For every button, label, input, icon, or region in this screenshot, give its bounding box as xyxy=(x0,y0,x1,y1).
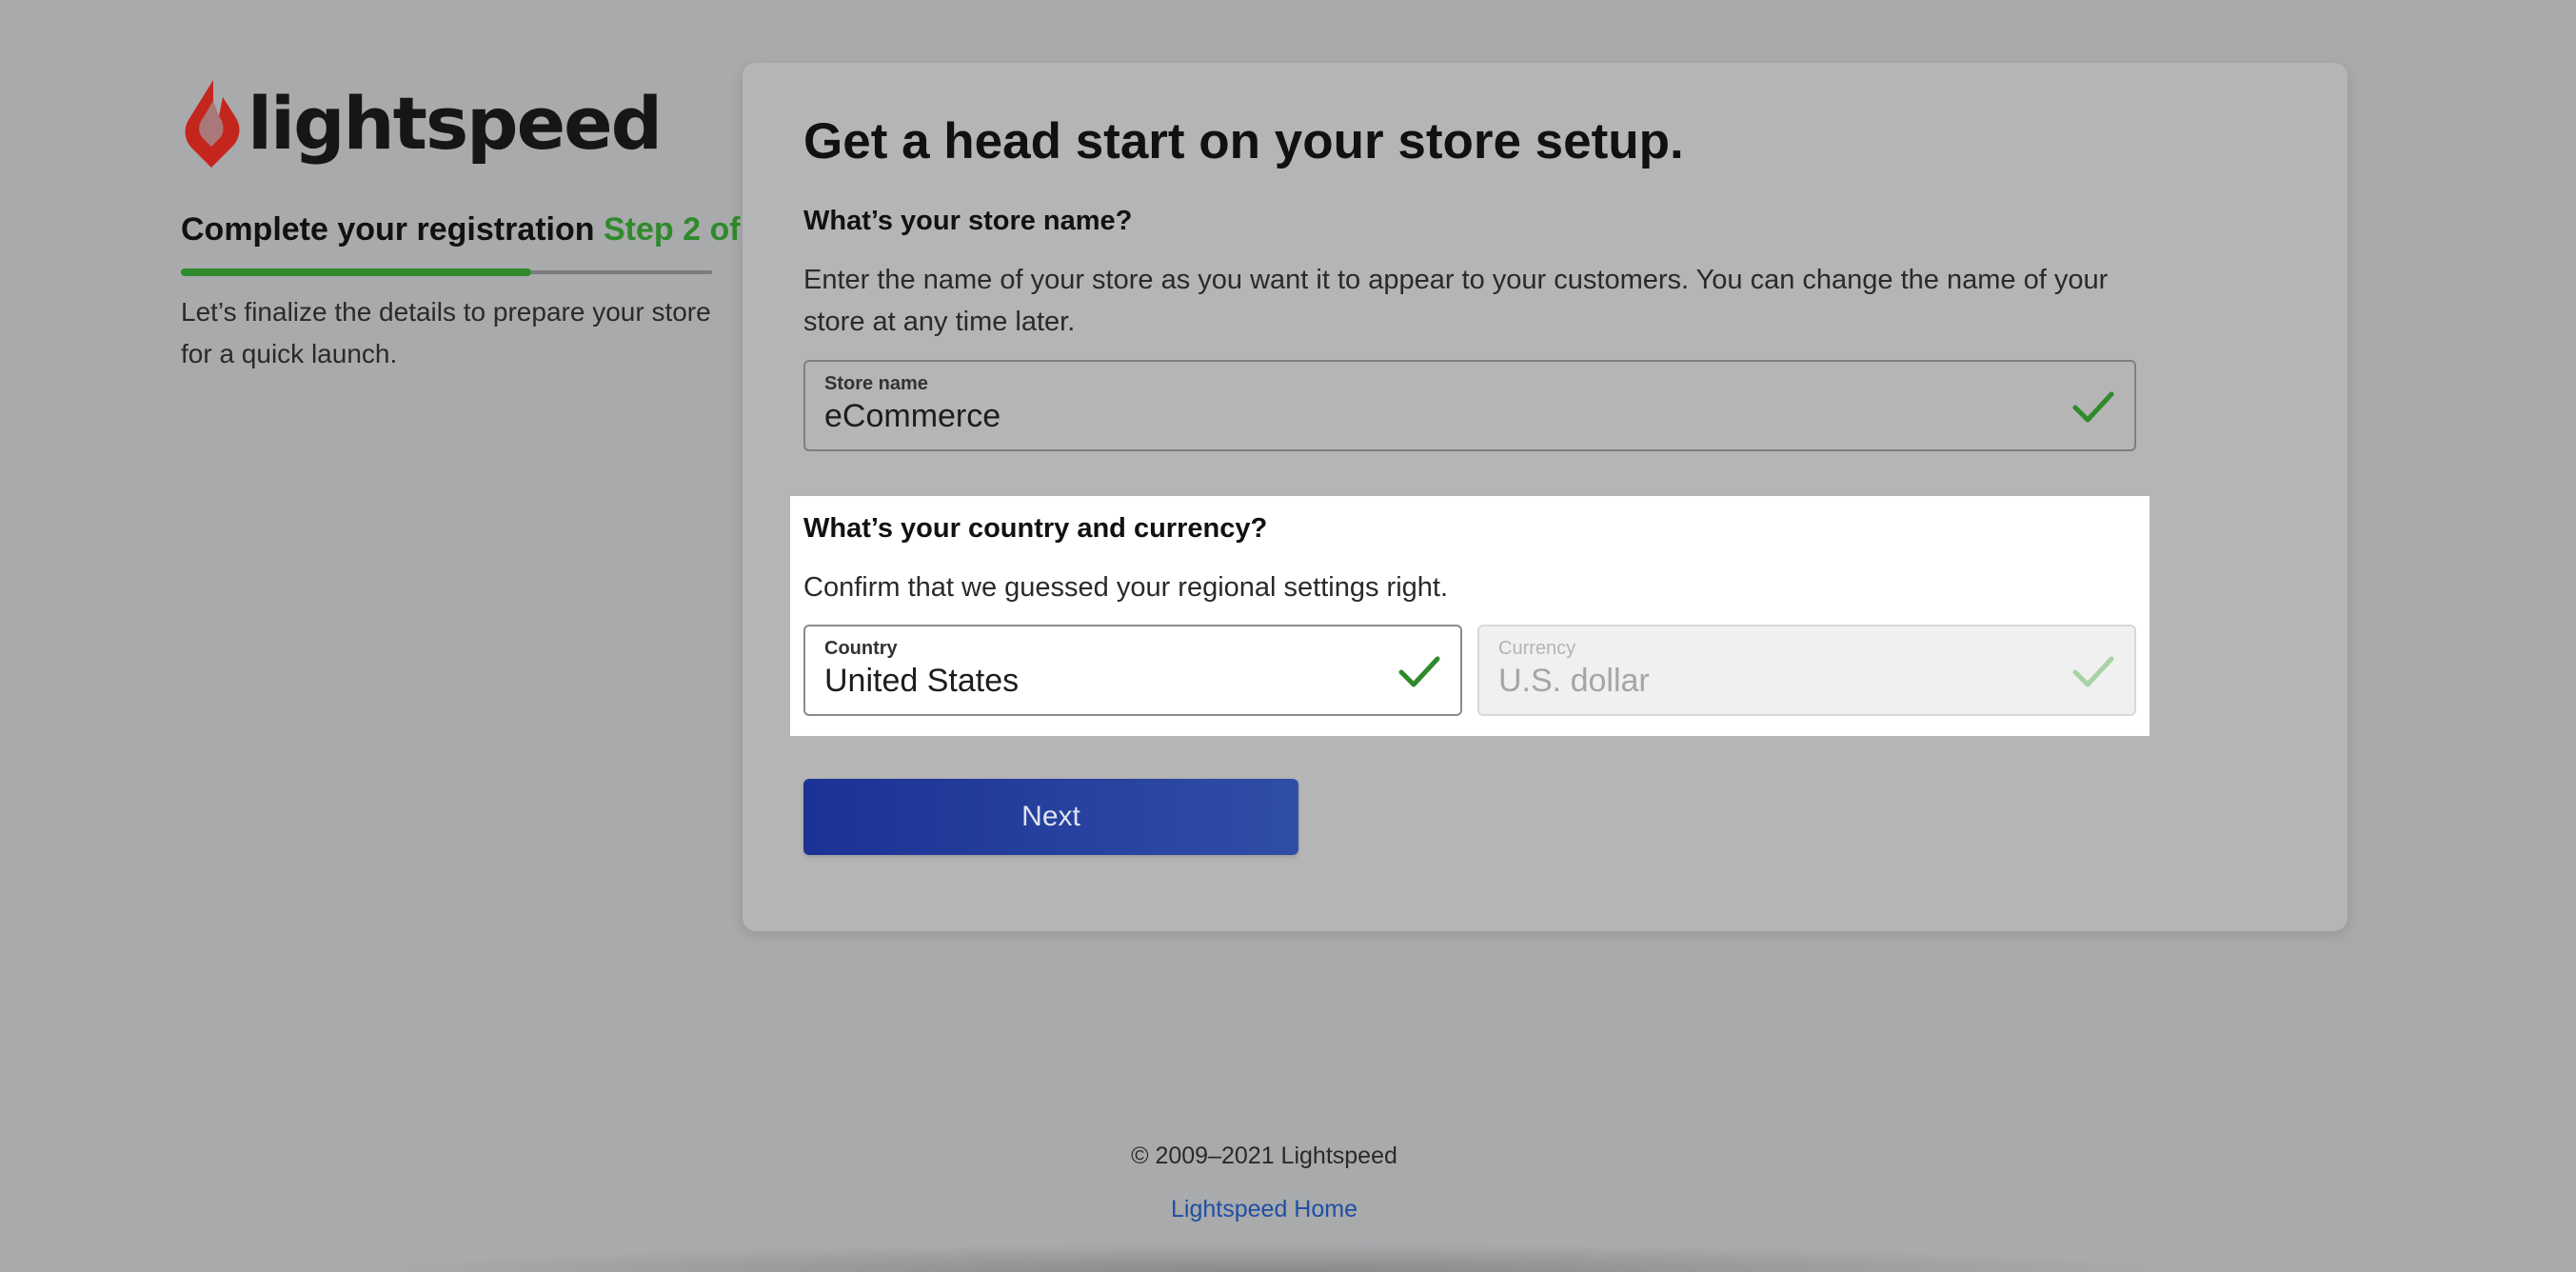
registration-progress xyxy=(181,268,712,276)
country-label: Country xyxy=(824,638,898,659)
page-title: Get a head start on your store setup. xyxy=(803,113,1684,169)
next-button[interactable]: Next xyxy=(803,779,1298,855)
store-name-label: Store name xyxy=(824,373,928,394)
bottom-shadow xyxy=(362,1243,2190,1272)
store-name-field[interactable]: Store name eCommerce xyxy=(803,360,2136,451)
check-icon xyxy=(1398,656,1440,687)
store-name-question: What’s your store name? xyxy=(803,206,1133,236)
logo-wordmark: lightspeed xyxy=(248,81,663,166)
region-question: What’s your country and currency? xyxy=(803,513,1268,544)
region-description: Confirm that we guessed your regional se… xyxy=(803,572,1449,603)
currency-select: Currency U.S. dollar xyxy=(1477,625,2136,716)
check-icon xyxy=(2072,391,2114,423)
currency-value: U.S. dollar xyxy=(1498,663,1650,699)
check-icon xyxy=(2072,656,2114,687)
copyright-text: © 2009–2021 Lightspeed xyxy=(1131,1143,1397,1169)
lightspeed-logo: lightspeed xyxy=(181,78,663,169)
lightspeed-home-link[interactable]: Lightspeed Home xyxy=(0,1196,2528,1223)
country-value: United States xyxy=(824,663,1020,699)
store-setup-card: Get a head start on your store setup. Wh… xyxy=(743,63,2348,931)
store-name-input[interactable]: eCommerce xyxy=(824,398,1001,435)
registration-progress-fill xyxy=(181,268,532,276)
currency-label: Currency xyxy=(1498,638,1576,659)
registration-description: Let’s finalize the details to prepare yo… xyxy=(181,297,711,368)
registration-title-text: Complete your registration xyxy=(181,211,595,248)
registration-title: Complete your registration Step 2 of 3. xyxy=(181,211,776,248)
flame-icon xyxy=(185,80,240,168)
region-settings-section: What’s your country and currency? Confir… xyxy=(790,496,2150,736)
store-name-description: Enter the name of your store as you want… xyxy=(803,265,2109,337)
country-select[interactable]: Country United States xyxy=(803,625,1462,716)
